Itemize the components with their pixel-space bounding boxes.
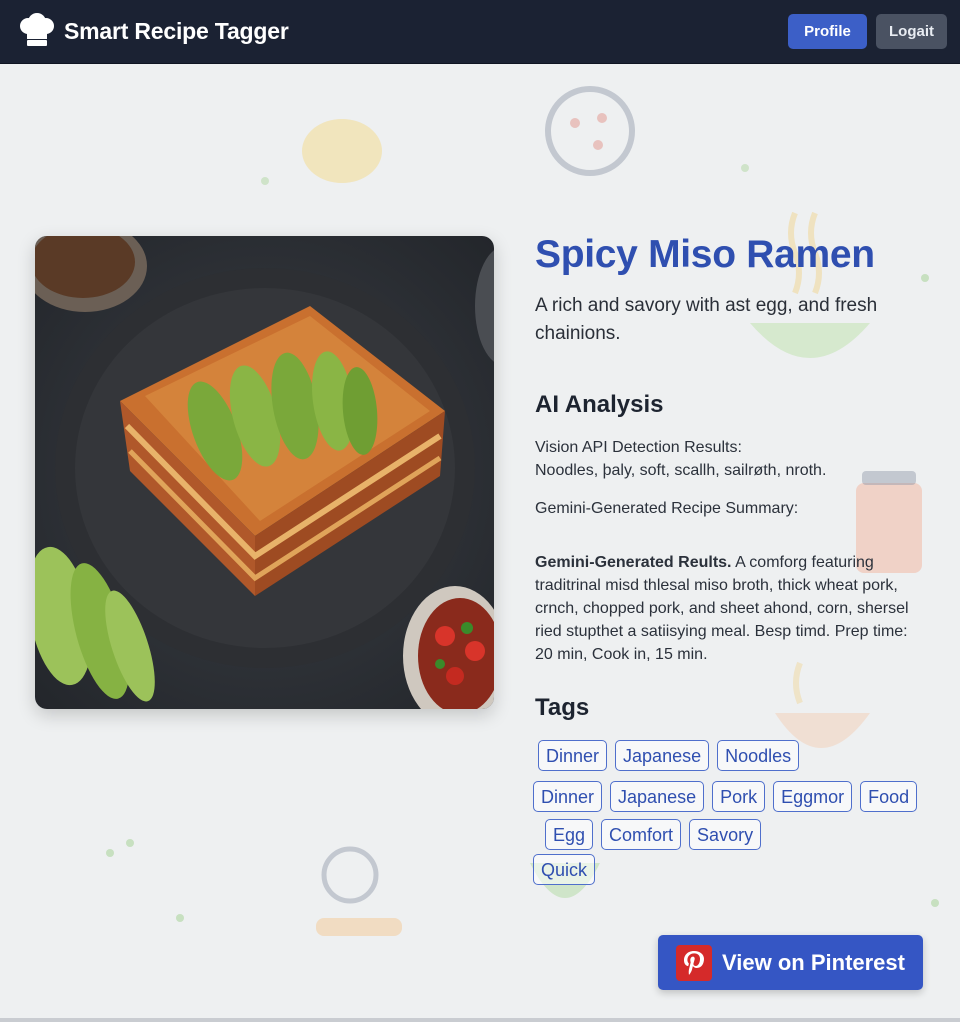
- pinterest-button-label: View on Pinterest: [722, 949, 905, 975]
- tag-eggmor[interactable]: Eggmor: [773, 781, 853, 812]
- tag-dinner[interactable]: Dinner: [533, 781, 603, 812]
- ai-analysis-heading: AI Analysis: [535, 391, 664, 418]
- tag-quick[interactable]: Quick: [533, 854, 596, 885]
- tag-comfort[interactable]: Comfort: [601, 819, 682, 850]
- app-title: Smart Recipe Tagger: [64, 17, 289, 44]
- pinterest-icon: [676, 944, 712, 981]
- tag-japanese[interactable]: Japanese: [615, 740, 710, 771]
- gemini-results-text: Gemini-Generated Reults. A comforg featu…: [535, 551, 915, 666]
- tag-row-2: Dinner Japanese Pork Eggmor Food: [533, 781, 918, 812]
- chef-hat-icon: [20, 13, 54, 46]
- vision-results-text: Noodles, þaly, soft, scallh, sailrøth, n…: [535, 462, 827, 479]
- summary-label: Gemini-Generated Recipe Summary:: [535, 500, 799, 517]
- tag-food[interactable]: Food: [860, 781, 918, 812]
- window-bottom-edge: [0, 1018, 960, 1022]
- tag-japanese[interactable]: Japanese: [610, 781, 705, 812]
- tags-heading: Tags: [535, 694, 590, 721]
- tag-pork[interactable]: Pork: [712, 781, 766, 812]
- profile-button[interactable]: Profile: [788, 14, 867, 49]
- tag-row-4: Quick: [533, 854, 596, 885]
- top-navbar: Smart Recipe Tagger Profile Logait: [0, 0, 960, 64]
- brand[interactable]: Smart Recipe Tagger: [18, 13, 289, 49]
- tag-dinner[interactable]: Dinner: [538, 740, 608, 771]
- recipe-photo: [35, 236, 494, 709]
- tag-noodles[interactable]: Noodles: [717, 740, 800, 771]
- tag-savory[interactable]: Savory: [689, 819, 762, 850]
- vision-results-label: Vision API Detection Results:: [535, 439, 742, 456]
- tag-egg[interactable]: Egg: [545, 819, 594, 850]
- logout-button[interactable]: Logait: [876, 14, 947, 49]
- recipe-title: Spicy Miso Ramen: [535, 233, 875, 276]
- tag-row-1: Dinner Japanese Noodles: [538, 740, 800, 771]
- view-on-pinterest-button[interactable]: View on Pinterest: [658, 935, 923, 990]
- recipe-description: A rich and savory with ast egg, and fres…: [535, 295, 878, 344]
- gemini-results-lead: Gemini-Generated Reults.: [535, 554, 732, 571]
- tag-row-3: Egg Comfort Savory: [545, 819, 762, 850]
